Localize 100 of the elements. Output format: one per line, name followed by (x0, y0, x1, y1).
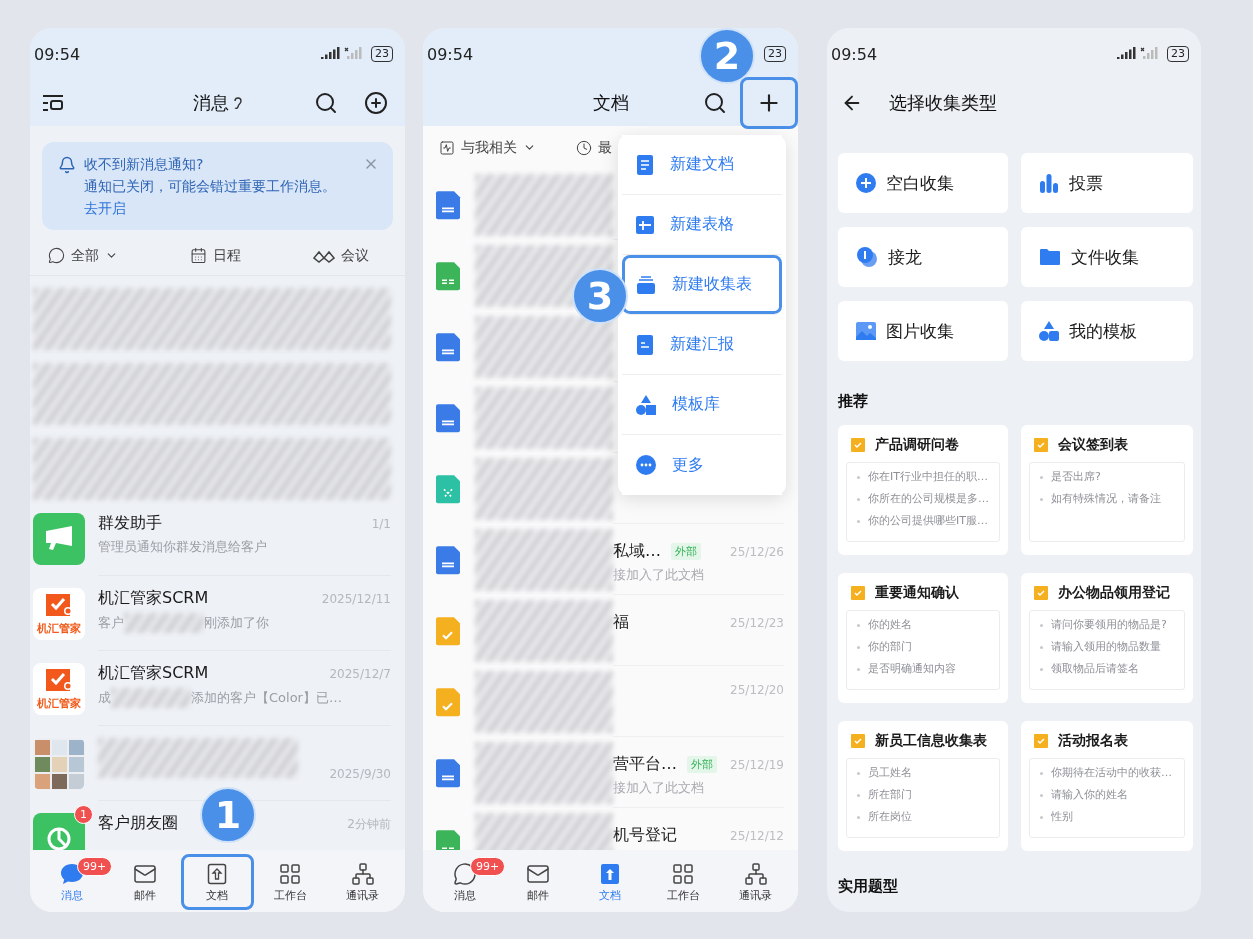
app-logo: 机汇管家 (33, 588, 85, 640)
chat-row[interactable]: 机汇管家 机汇管家SCRM 2025/12/11 客户 刚添加了你 (30, 576, 405, 651)
template-card[interactable]: 重要通知确认 你的姓名 你的部门 是否明确通知内容 (838, 573, 1008, 703)
chat-preview: 添加的客户【Color】已… (191, 689, 342, 707)
grid-icon (278, 861, 303, 886)
collection-type-card[interactable]: 接龙 (838, 227, 1008, 287)
document-date: 25/12/19 (730, 757, 784, 772)
section-heading: 实用题型 (838, 877, 899, 896)
battery-level: 23 (1167, 46, 1189, 62)
image-icon (856, 322, 876, 340)
external-tag: 外部 (671, 543, 701, 560)
field-label: 你的部门 (868, 639, 912, 655)
activity-icon (439, 139, 455, 156)
shapes-icon (1039, 321, 1059, 341)
screen-title: 消息 (192, 91, 229, 115)
checklist-icon (1034, 586, 1048, 600)
template-card[interactable]: 新员工信息收集表 员工姓名 所在部门 所在岗位 (838, 721, 1008, 851)
battery-level: 23 (371, 46, 393, 62)
tab[interactable]: 文档 (574, 854, 647, 910)
filter-button[interactable]: 会议 (313, 246, 369, 265)
collection-type-card[interactable]: 文件收集 (1021, 227, 1193, 287)
template-title: 办公物品领用登记 (1058, 584, 1170, 602)
chat-time: 2025/12/11 (321, 592, 391, 606)
status-time: 09:54 (427, 44, 474, 64)
checklist-icon (1034, 438, 1048, 452)
chat-row[interactable]: 群发助手 1/1 管理员通知你群发消息给客户 (30, 501, 405, 576)
field-label: 所在岗位 (868, 809, 912, 825)
unread-badge: 99+ (470, 857, 506, 876)
document-title: 机号登记 (613, 825, 677, 846)
chat-title: 群发助手 (98, 513, 162, 534)
shapes-icon (636, 394, 656, 415)
report-icon (636, 334, 654, 355)
collection-type-card[interactable]: 投票 (1021, 153, 1193, 213)
field-label: 请问你要领用的物品是? (1051, 617, 1167, 633)
template-card[interactable]: 会议签到表 是否出席? 如有特殊情况，请备注 (1021, 425, 1193, 555)
checklist-icon (1034, 734, 1048, 748)
field-label: 请输入领用的物品数量 (1051, 639, 1161, 655)
template-card[interactable]: 活动报名表 你期待在活动中的收获… 请输入你的姓名 性别 (1021, 721, 1193, 851)
document-subtitle: 接加入了此文档 (613, 566, 705, 584)
field-label: 你所在的公司规模是多… (868, 491, 989, 507)
table-icon (636, 215, 654, 234)
section-heading: 推荐 (838, 392, 869, 411)
filter-button[interactable]: 全部 (48, 246, 118, 265)
screen-title: 选择收集类型 (889, 91, 997, 115)
field-label: 性别 (1051, 809, 1073, 825)
tab[interactable]: 工作台 (646, 854, 720, 910)
document-title: 营平台… (613, 754, 677, 775)
tab[interactable]: 文档 (181, 854, 254, 910)
field-label: 是否出席? (1051, 469, 1101, 485)
battery-level: 23 (764, 46, 786, 62)
chat-bubble-icon (48, 247, 65, 264)
filter-button[interactable]: 最 (576, 138, 612, 157)
chat-preview: 刚添加了你 (204, 614, 269, 632)
menu-item[interactable]: 新建收集表 (622, 255, 782, 315)
form-icon (435, 475, 461, 504)
bar-chart-icon (1039, 173, 1059, 193)
notice-text: 通知已关闭，可能会错过重要工作消息。 (84, 177, 337, 196)
filter-button[interactable]: 日程 (190, 246, 241, 265)
filter-button[interactable]: 与我相关 (439, 138, 536, 157)
template-title: 新员工信息收集表 (875, 732, 987, 750)
document-icon (636, 154, 654, 175)
collection-type-card[interactable]: 空白收集 (838, 153, 1008, 213)
more-icon (636, 455, 656, 475)
chat-row[interactable]: 机汇管家 机汇管家SCRM 2025/12/7 成 添加的客户【Color】已… (30, 651, 405, 726)
document-icon (435, 333, 461, 362)
document-date: 25/12/26 (730, 544, 784, 559)
signal-icon (1117, 47, 1161, 61)
megaphone-avatar (33, 513, 85, 565)
template-card[interactable]: 产品调研问卷 你在IT行业中担任的职… 你所在的公司规模是多… 你的公司提供哪些IT服… (838, 425, 1008, 555)
checklist-icon (851, 438, 865, 452)
checklist-icon (851, 586, 865, 600)
tab[interactable]: 通讯录 (719, 854, 792, 910)
document-date: 25/12/12 (730, 828, 784, 843)
chat-time: 2025/9/30 (329, 767, 391, 781)
document-title: 私域… (613, 541, 661, 562)
collection-type-card[interactable]: 图片收集 (838, 301, 1008, 361)
field-label: 你在IT行业中担任的职… (868, 469, 988, 485)
tab[interactable]: 通讯录 (326, 854, 399, 910)
document-icon (435, 404, 461, 433)
template-card[interactable]: 办公物品领用登记 请问你要领用的物品是? 请输入领用的物品数量 领取物品后请签名 (1021, 573, 1193, 703)
bell-icon (58, 156, 76, 174)
enable-link[interactable]: 去开启 (84, 198, 126, 218)
document-icon (435, 546, 461, 575)
signal-icon (321, 47, 365, 61)
tab[interactable]: 工作台 (253, 854, 327, 910)
org-chart-icon (350, 861, 375, 886)
document-date: 25/12/23 (730, 615, 784, 630)
menu-item[interactable]: 新建文档 (622, 135, 782, 195)
notice-title: 收不到新消息通知? (84, 155, 205, 174)
chat-preview: 客户 (98, 614, 124, 632)
document-date: 25/12/20 (730, 683, 784, 697)
checklist-icon (435, 688, 461, 717)
plus-icon (856, 173, 876, 193)
checklist-icon (435, 617, 461, 646)
document-title: 福 (613, 612, 629, 633)
document-icon (435, 759, 461, 788)
collection-type-card[interactable]: 我的模板 (1021, 301, 1193, 361)
chat-preview: 成 (98, 689, 111, 707)
search-icon (703, 91, 727, 115)
field-label: 员工姓名 (868, 765, 912, 781)
